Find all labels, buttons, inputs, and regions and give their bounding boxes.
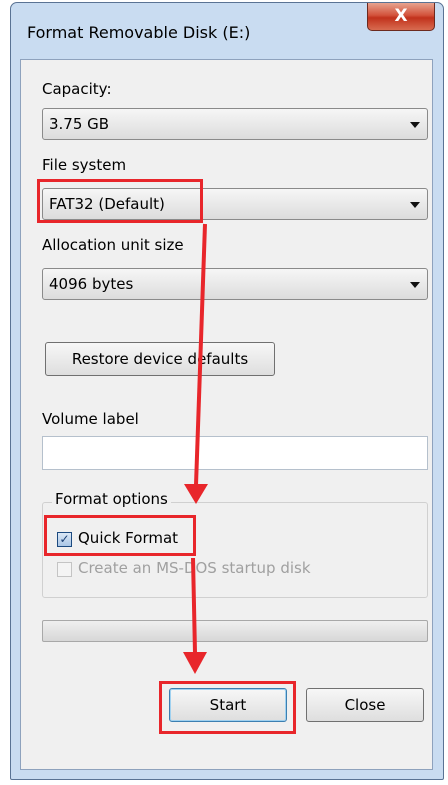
format-progress-bar [42, 620, 428, 642]
title-bar: Format Removable Disk (E:) X [11, 3, 443, 61]
allocation-value: 4096 bytes [49, 275, 134, 293]
capacity-label: Capacity: [42, 80, 112, 98]
msdos-startup-checkbox [57, 562, 72, 577]
file-system-label: File system [42, 156, 127, 174]
msdos-startup-label: Create an MS-DOS startup disk [78, 559, 311, 577]
close-icon: X [394, 6, 408, 26]
allocation-label: Allocation unit size [42, 236, 184, 254]
format-options-title: Format options [52, 490, 171, 508]
close-button[interactable]: Close [306, 688, 424, 722]
capacity-select[interactable]: 3.75 GB [42, 108, 428, 140]
dialog-body: Capacity: 3.75 GB File system FAT32 (Def… [20, 59, 433, 770]
restore-defaults-button[interactable]: Restore device defaults [45, 342, 275, 376]
volume-label-label: Volume label [42, 410, 139, 428]
file-system-highlight [37, 179, 203, 223]
allocation-select[interactable]: 4096 bytes [42, 268, 428, 300]
chevron-down-icon [410, 202, 420, 208]
window-title: Format Removable Disk (E:) [27, 23, 251, 42]
format-dialog: Format Removable Disk (E:) X Capacity: 3… [10, 2, 444, 780]
volume-label-input[interactable] [42, 436, 428, 470]
start-button-highlight [159, 681, 296, 734]
chevron-down-icon [410, 122, 420, 128]
capacity-value: 3.75 GB [49, 115, 110, 133]
close-window-button[interactable]: X [367, 3, 435, 31]
chevron-down-icon [410, 282, 420, 288]
quick-format-highlight [44, 515, 196, 556]
